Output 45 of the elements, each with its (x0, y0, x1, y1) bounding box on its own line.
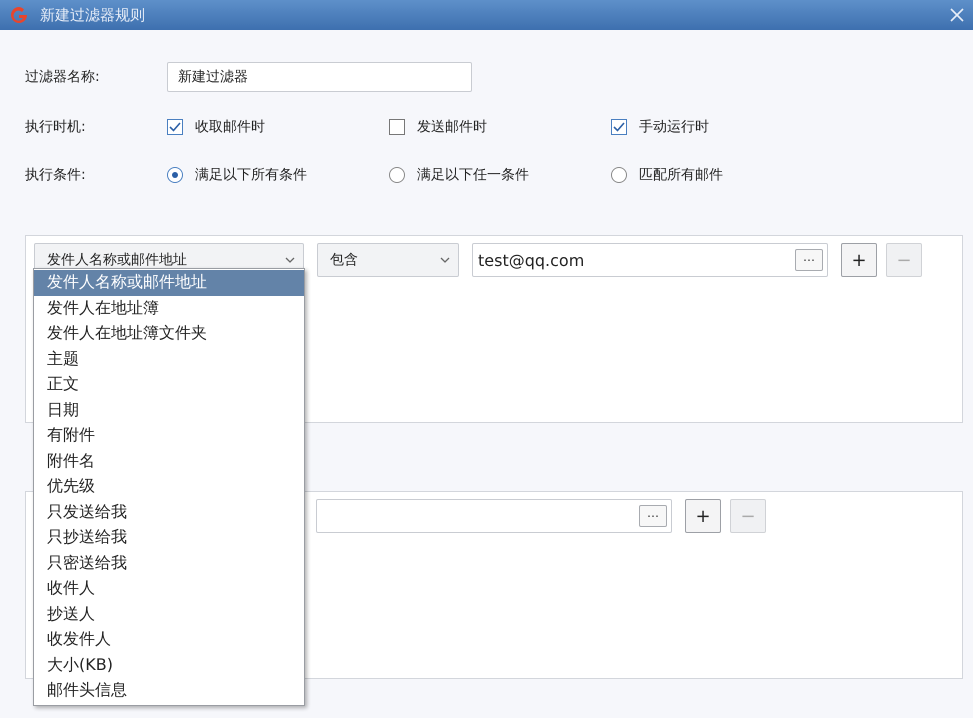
radio-button[interactable] (167, 167, 183, 183)
dropdown-item[interactable]: 发件人在地址簿 (34, 296, 304, 321)
value-field[interactable]: test@qq.com ⋯ (472, 243, 828, 277)
dropdown-item[interactable]: 邮件头信息 (34, 678, 304, 704)
dropdown-item[interactable]: 发件人在地址簿文件夹 (34, 321, 304, 346)
checkbox[interactable] (389, 119, 405, 135)
app-logo-icon (8, 5, 30, 25)
radio-button[interactable] (611, 167, 627, 183)
radio-label: 匹配所有邮件 (639, 166, 723, 184)
field-label: 执行条件: (25, 166, 87, 184)
caret-icon (440, 257, 450, 263)
field-label: 过滤器名称: (25, 68, 101, 86)
close-icon[interactable] (949, 7, 965, 23)
add-button[interactable]: + (685, 499, 721, 533)
dropdown-item[interactable]: 正文 (34, 372, 304, 398)
dropdown-item[interactable]: 收件人 (34, 576, 304, 602)
dropdown-item[interactable]: 大小(KB) (34, 652, 304, 678)
radio-label: 满足以下任一条件 (417, 166, 529, 184)
dropdown-item[interactable]: 日期 (34, 398, 304, 423)
add-button[interactable]: + (841, 243, 877, 277)
dropdown-item[interactable]: 优先级 (34, 474, 304, 500)
radio-label: 满足以下所有条件 (195, 166, 307, 184)
operator-select[interactable]: 包含 (317, 243, 459, 277)
filter-name-field[interactable]: 新建过滤器 (167, 62, 472, 92)
dropdown-item[interactable]: 附件名 (34, 448, 304, 474)
value-field[interactable]: ⋯ (316, 499, 672, 533)
checkbox[interactable] (611, 119, 627, 135)
dropdown-item[interactable]: 只发送给我 (34, 500, 304, 525)
dropdown-item[interactable]: 主题 (34, 346, 304, 372)
caret-icon (285, 257, 295, 263)
browse-button[interactable]: ⋯ (795, 249, 823, 271)
radio-button[interactable] (389, 167, 405, 183)
dropdown-item[interactable]: 只抄送给我 (34, 525, 304, 550)
dropdown-item[interactable]: 收发件人 (34, 627, 304, 652)
checkbox-label: 手动运行时 (639, 118, 709, 136)
checkbox-label: 发送邮件时 (417, 118, 487, 136)
dropdown-item[interactable]: 只密送给我 (34, 550, 304, 576)
dropdown-item[interactable]: 有附件 (34, 423, 304, 448)
checkbox[interactable] (167, 119, 183, 135)
dropdown-item[interactable]: 发件人名称或邮件地址 (34, 270, 304, 296)
field-label: 执行时机: (25, 118, 87, 136)
browse-button[interactable]: ⋯ (639, 505, 667, 527)
checkbox-label: 收取邮件时 (195, 118, 265, 136)
dropdown-item[interactable]: 抄送人 (34, 602, 304, 627)
window-title: 新建过滤器规则 (40, 6, 146, 24)
